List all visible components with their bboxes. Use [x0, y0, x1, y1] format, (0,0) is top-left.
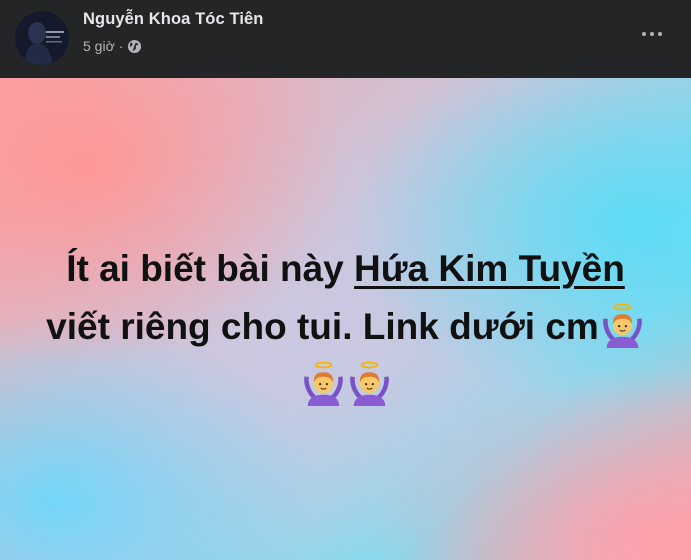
meta-separator: · — [118, 38, 124, 54]
message-text-2: viết riêng cho tui. Link dưới cm — [46, 306, 599, 347]
post-header: Nguyễn Khoa Tóc Tiên 5 giờ · — [0, 0, 691, 78]
person-gesturing-ok-icon — [600, 303, 645, 348]
globe-icon[interactable] — [127, 39, 142, 54]
person-gesturing-ok-icon — [301, 361, 346, 406]
mention-link[interactable]: Hứa Kim Tuyền — [354, 248, 625, 289]
author-name[interactable]: Nguyễn Khoa Tóc Tiên — [83, 10, 263, 29]
post-message: Ít ai biết bài này Hứa Kim Tuyền viết ri… — [40, 240, 651, 414]
more-options-button[interactable] — [634, 20, 670, 48]
post-background: Ít ai biết bài này Hứa Kim Tuyền viết ri… — [0, 78, 691, 560]
person-gesturing-ok-icon — [347, 361, 392, 406]
post-timestamp[interactable]: 5 giờ — [83, 38, 115, 54]
more-horizontal-icon — [641, 31, 647, 37]
avatar[interactable] — [15, 11, 69, 65]
post-meta: 5 giờ · — [83, 37, 142, 55]
message-text-1: Ít ai biết bài này — [66, 248, 355, 289]
